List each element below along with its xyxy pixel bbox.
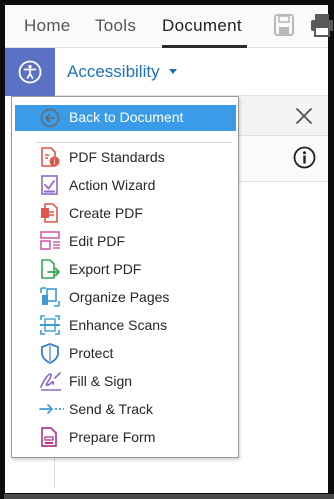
back-to-document-label: Back to Document xyxy=(69,109,184,125)
accessibility-rail-button[interactable] xyxy=(5,48,55,96)
tool-selector-title[interactable]: Accessibility xyxy=(67,62,160,82)
menu-item-fill-sign[interactable]: Fill & Sign xyxy=(12,367,238,395)
action-wizard-icon xyxy=(41,175,58,195)
menu-item-label: Organize Pages xyxy=(69,289,170,305)
frame-shadow xyxy=(4,494,334,499)
top-tab-bar: Home Tools Document xyxy=(5,5,333,48)
info-icon[interactable] xyxy=(293,146,316,169)
export-pdf-icon xyxy=(41,259,61,279)
back-arrow-icon xyxy=(40,108,60,128)
menu-item-protect[interactable]: Protect xyxy=(12,339,238,367)
menu-item-edit-pdf[interactable]: Edit PDF xyxy=(12,227,238,255)
protect-icon xyxy=(41,343,59,364)
tab-tools[interactable]: Tools xyxy=(95,16,136,36)
menu-item-label: Action Wizard xyxy=(69,177,156,193)
organize-pages-icon xyxy=(40,287,60,307)
menu-item-label: Fill & Sign xyxy=(69,373,133,389)
edit-pdf-icon xyxy=(40,231,60,250)
tab-document[interactable]: Document xyxy=(162,16,242,36)
pdf-standards-icon: i xyxy=(41,147,60,167)
menu-item-enhance-scans[interactable]: Enhance Scans xyxy=(12,311,238,339)
enhance-scans-icon xyxy=(40,315,60,335)
accessibility-header: Accessibility xyxy=(55,48,328,96)
menu-item-pdf-standards[interactable]: i PDF Standards xyxy=(12,143,238,171)
menu-item-prepare-form[interactable]: Prepare Form xyxy=(12,423,238,451)
fill-sign-icon xyxy=(40,372,61,391)
menu-item-label: Protect xyxy=(69,345,114,361)
menu-item-label: PDF Standards xyxy=(69,149,165,165)
back-to-document-item[interactable]: Back to Document xyxy=(15,105,236,131)
menu-item-label: Enhance Scans xyxy=(69,317,168,333)
menu-item-label: Create PDF xyxy=(69,205,143,221)
menu-item-organize-pages[interactable]: Organize Pages xyxy=(12,283,238,311)
tools-dropdown-menu: Back to Document i PDF Standards Action … xyxy=(11,96,239,458)
menu-item-send-track[interactable]: Send & Track xyxy=(12,395,238,423)
menu-item-label: Export PDF xyxy=(69,261,142,277)
print-icon[interactable] xyxy=(309,13,333,37)
menu-item-label: Send & Track xyxy=(69,401,154,417)
menu-item-label: Edit PDF xyxy=(69,233,126,249)
tab-home[interactable]: Home xyxy=(24,16,71,36)
menu-item-label: Prepare Form xyxy=(69,429,156,445)
svg-text:i: i xyxy=(53,158,55,167)
close-icon[interactable] xyxy=(294,106,314,126)
save-icon[interactable] xyxy=(273,13,295,37)
menu-item-action-wizard[interactable]: Action Wizard xyxy=(12,171,238,199)
send-track-icon xyxy=(39,404,64,414)
prepare-form-icon xyxy=(41,427,57,447)
menu-item-export-pdf[interactable]: Export PDF xyxy=(12,255,238,283)
create-pdf-icon xyxy=(41,203,58,223)
menu-item-create-pdf[interactable]: Create PDF xyxy=(12,199,238,227)
accessibility-icon xyxy=(18,60,42,84)
chevron-down-icon[interactable] xyxy=(169,69,177,74)
